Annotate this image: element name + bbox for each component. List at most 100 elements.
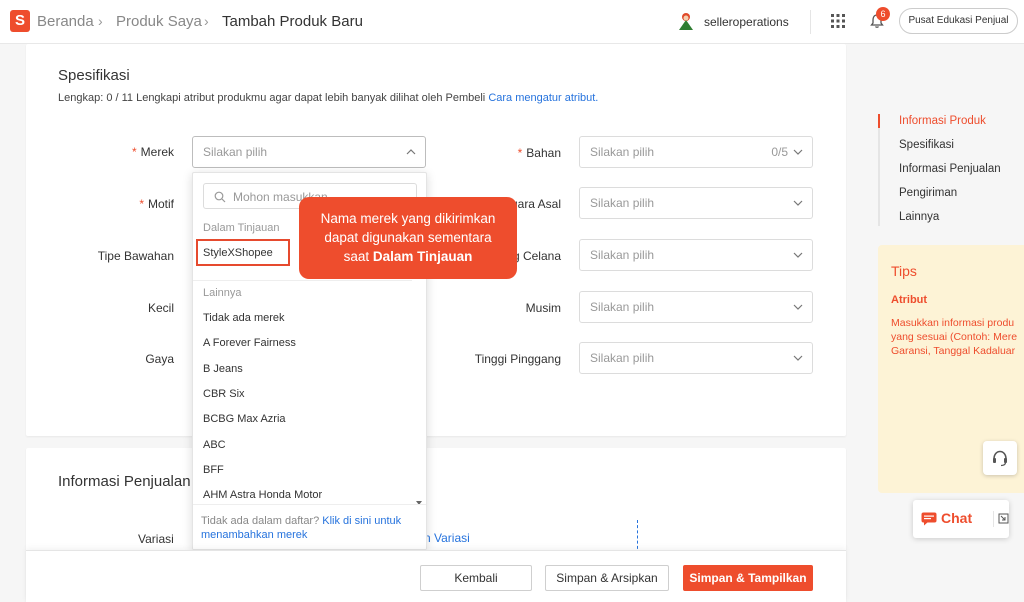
material-selection-count: 0/5: [771, 145, 788, 159]
field-label-small: Kecil: [147, 301, 174, 315]
customer-support-button[interactable]: [983, 441, 1017, 475]
add-brand-hint: Tidak ada dalam daftar? Klik di sini unt…: [201, 514, 421, 542]
brand-option[interactable]: A Forever Fairness: [203, 337, 296, 349]
section-title-specification: Spesifikasi: [58, 67, 130, 84]
callout-line: Nama merek yang dikirimkan: [320, 211, 496, 226]
toc-active-indicator: [878, 114, 880, 128]
callout-line: saat Dalam Tinjauan: [299, 247, 517, 266]
brand-option[interactable]: B Jeans: [203, 363, 243, 375]
waist-height-placeholder: Silakan pilih: [590, 351, 655, 365]
dropdown-group-in-review: Dalam Tinjauan: [203, 222, 280, 234]
season-select[interactable]: Silakan pilih: [579, 291, 813, 323]
section-title-sales-info: Informasi Penjualan: [58, 473, 191, 490]
brand-option[interactable]: Tidak ada merek: [203, 312, 285, 324]
brand-option[interactable]: BFF: [203, 464, 224, 476]
brand-option[interactable]: CBR Six: [203, 388, 245, 400]
enable-variation-label: n Variasi: [424, 531, 470, 545]
field-label-style: Gaya: [145, 352, 174, 366]
toc-item-others[interactable]: Lainnya: [899, 211, 939, 223]
specification-description: Lengkap: 0 / 11 Lengkapi atribut produkm…: [58, 92, 598, 104]
required-mark: *: [131, 145, 137, 159]
headset-icon: [993, 450, 1007, 467]
spec-completion-text: Lengkap: 0 / 11 Lengkapi atribut produkm…: [58, 92, 489, 104]
chevron-down-icon: [793, 149, 803, 155]
notification-badge: 6: [876, 7, 890, 21]
header-divider: [810, 10, 811, 34]
field-label-waist-height: Tinggi Pinggang: [474, 352, 561, 366]
attribute-guide-link[interactable]: Cara mengatur atribut.: [488, 92, 598, 104]
seller-avatar-icon[interactable]: [676, 11, 696, 31]
top-navigation-bar: S Beranda › Produk Saya › Tambah Produk …: [0, 0, 1024, 44]
breadcrumb-my-products[interactable]: Produk Saya: [116, 13, 202, 30]
callout-line: dapat digunakan sementara: [324, 230, 492, 245]
brand-select[interactable]: Silakan pilih: [192, 136, 426, 168]
tips-line: Garansi, Tanggal Kadaluar: [891, 345, 1016, 357]
dropdown-footer: Tidak ada dalam daftar? Klik di sini unt…: [193, 504, 426, 549]
chat-widget[interactable]: Chat: [913, 500, 1009, 538]
pants-length-placeholder: Silakan pilih: [590, 248, 655, 262]
material-label: Bahan: [526, 146, 561, 160]
material-select[interactable]: Silakan pilih 0/5: [579, 136, 813, 168]
field-label-brand: * Merek: [60, 145, 174, 159]
required-mark: *: [517, 146, 523, 160]
brand-option[interactable]: ABC: [203, 439, 226, 451]
field-label-motif: * Motif: [60, 197, 174, 211]
bottom-action-bar: Kembali Simpan & Arsipkan Simpan & Tampi…: [26, 550, 846, 602]
save-archive-button[interactable]: Simpan & Arsipkan: [545, 565, 669, 591]
apps-grid-icon[interactable]: [831, 14, 845, 28]
tips-subtitle: Atribut: [891, 294, 928, 306]
variation-label: Variasi: [138, 532, 174, 546]
chevron-down-icon: [793, 252, 803, 258]
origin-country-select[interactable]: Silakan pilih: [579, 187, 813, 219]
shopee-logo-icon[interactable]: S: [10, 10, 30, 32]
dropdown-divider: [193, 280, 412, 281]
brand-option-in-review[interactable]: StyleXShopee: [203, 247, 273, 259]
brand-placeholder: Silakan pilih: [203, 145, 268, 159]
brand-option[interactable]: AHM Astra Honda Motor: [203, 489, 322, 501]
toc-item-product-info[interactable]: Informasi Produk: [899, 115, 986, 127]
chat-bubble-icon: [921, 512, 937, 526]
chat-label: Chat: [941, 510, 973, 526]
breadcrumb-home[interactable]: Beranda: [37, 13, 94, 30]
dropdown-group-others: Lainnya: [203, 287, 242, 299]
field-label-bottom-type: Tipe Bawahan: [97, 249, 174, 263]
field-label-material: * Bahan: [440, 146, 561, 160]
field-label-season: Musim: [525, 301, 561, 315]
search-icon: [214, 191, 226, 203]
origin-country-placeholder: Silakan pilih: [590, 196, 655, 210]
back-button[interactable]: Kembali: [420, 565, 532, 591]
minimize-icon[interactable]: [998, 513, 1009, 524]
tips-body: Masukkan informasi produ yang sesuai (Co…: [891, 316, 1024, 358]
required-mark: *: [139, 197, 144, 211]
brand-option[interactable]: BCBG Max Azria: [203, 413, 286, 425]
seller-name[interactable]: selleroperations: [704, 15, 789, 29]
chevron-right-icon: ›: [98, 13, 103, 29]
brand-label: Merek: [140, 145, 174, 159]
waist-height-select[interactable]: Silakan pilih: [579, 342, 813, 374]
callout-emphasis: Dalam Tinjauan: [372, 249, 473, 264]
tips-line: Masukkan informasi produ: [891, 317, 1015, 329]
not-in-list-text: Tidak ada dalam daftar?: [201, 515, 323, 527]
season-placeholder: Silakan pilih: [590, 300, 655, 314]
enable-variation-button[interactable]: n Variasi: [412, 520, 638, 554]
save-publish-button[interactable]: Simpan & Tampilkan: [683, 565, 813, 591]
chevron-up-icon: [406, 149, 416, 155]
annotation-callout: Nama merek yang dikirimkan dapat digunak…: [299, 197, 517, 279]
breadcrumb-current-page: Tambah Produk Baru: [222, 13, 363, 30]
pants-length-select[interactable]: Silakan pilih: [579, 239, 813, 271]
chevron-down-icon: [793, 304, 803, 310]
callout-text: saat: [343, 249, 373, 264]
chevron-down-icon: [793, 200, 803, 206]
toc-item-specification[interactable]: Spesifikasi: [899, 139, 954, 151]
chat-divider: [993, 511, 994, 527]
toc-item-shipping[interactable]: Pengiriman: [899, 187, 957, 199]
material-placeholder: Silakan pilih: [590, 145, 655, 159]
toc-item-sales-info[interactable]: Informasi Penjualan: [899, 163, 1001, 175]
toc-track: [878, 114, 880, 226]
seller-education-button[interactable]: Pusat Edukasi Penjual: [899, 8, 1018, 34]
chevron-right-icon: ›: [204, 13, 209, 29]
chevron-down-icon: [793, 355, 803, 361]
tips-title: Tips: [891, 263, 917, 279]
motif-label: Motif: [147, 197, 174, 211]
tips-line: yang sesuai (Contoh: Mere: [891, 331, 1018, 343]
